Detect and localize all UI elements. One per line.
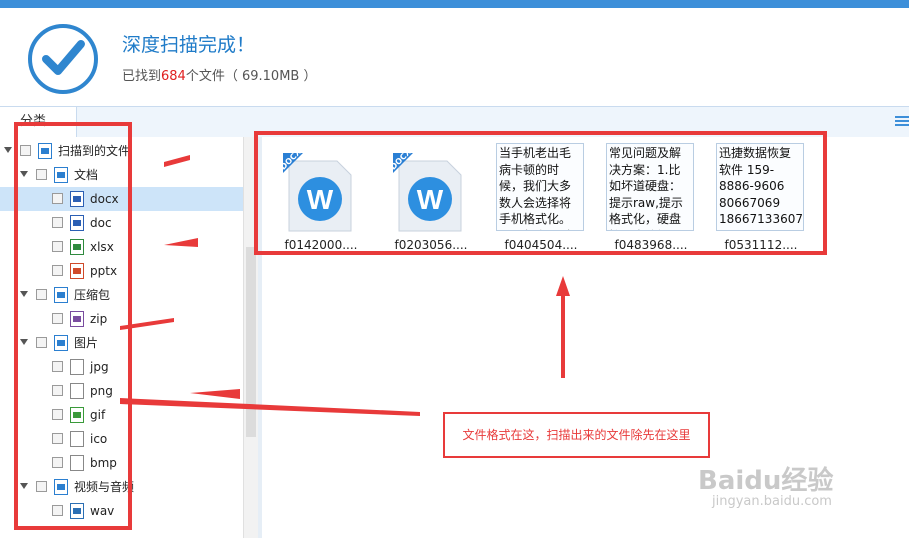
checkmark-icon (28, 24, 98, 94)
top-accent-bar (0, 0, 909, 8)
annotation-note: 文件格式在这，扫描出来的文件除先在这里 (443, 412, 710, 458)
summary-suffix: 个文件（ 69.10MB ） (185, 69, 317, 84)
menu-icon[interactable] (895, 114, 909, 130)
summary-prefix: 已找到 (122, 69, 162, 84)
watermark-logo: Baidu经验 (698, 466, 834, 496)
file-count: 684 (161, 69, 186, 84)
scrollbar-thumb[interactable] (246, 247, 256, 437)
watermark-url: jingyan.baidu.com (712, 494, 832, 509)
page-title: 深度扫描完成！ (122, 34, 256, 56)
scan-result-header: 深度扫描完成！ 已找到684个文件（ 69.10MB ） (0, 8, 909, 106)
annotation-box-files (254, 131, 827, 255)
expand-arrow-icon[interactable] (4, 147, 12, 153)
annotation-box-tree (14, 122, 132, 530)
scan-summary: 已找到684个文件（ 69.10MB ） (122, 65, 316, 84)
